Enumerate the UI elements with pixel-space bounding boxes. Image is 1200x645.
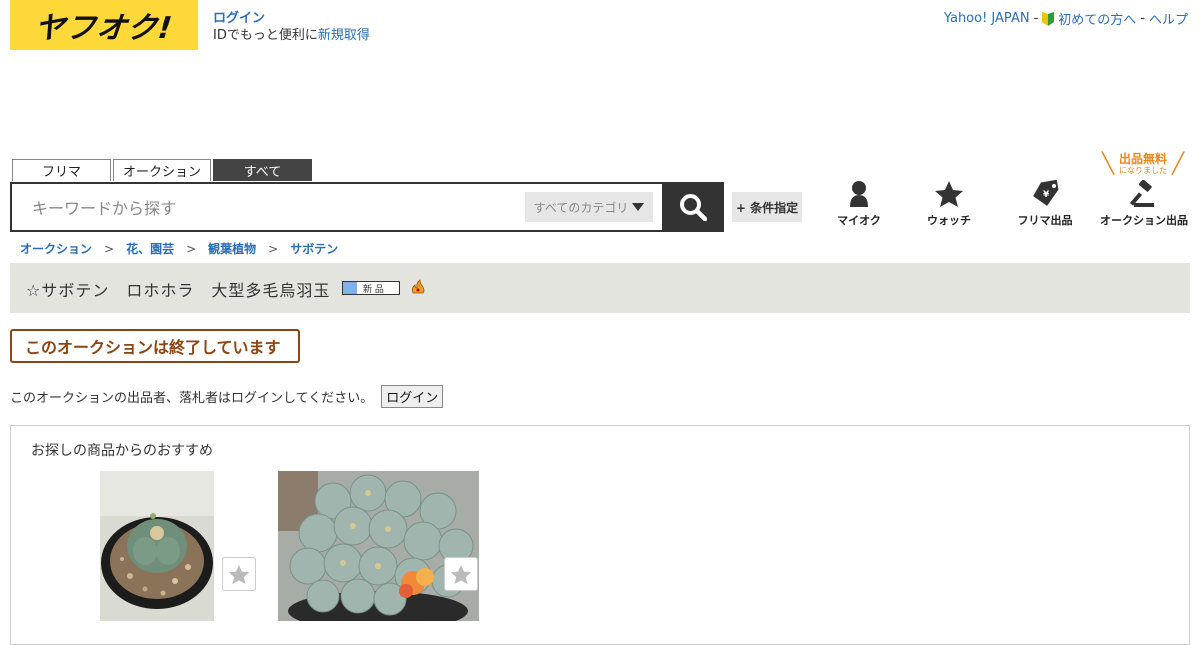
myauc-button[interactable]: マイオク	[809, 180, 909, 228]
auction-ended-notice: このオークションは終了しています	[10, 329, 300, 363]
flea-sell-label: フリマ出品	[1017, 214, 1073, 227]
watch-star-button[interactable]	[444, 557, 478, 591]
login-block: ログイン IDでもっと便利に新規取得	[213, 10, 370, 44]
help-link[interactable]: ヘルプ	[1149, 9, 1188, 28]
first-time-link[interactable]: 初めての方へ	[1058, 9, 1136, 28]
login-link[interactable]: ログイン	[213, 11, 265, 26]
top-links: Yahoo! JAPAN - 初めての方へ - ヘルプ	[944, 9, 1188, 28]
hot-item-icon	[411, 279, 425, 294]
breadcrumb-separator: >	[104, 241, 115, 256]
signup-link[interactable]: 新規取得	[318, 28, 370, 43]
breadcrumb-item[interactable]: 観葉植物	[208, 240, 256, 257]
login-message: このオークションの出品者、落札者はログインしてください。	[10, 391, 374, 406]
breadcrumb-item[interactable]: オークション	[20, 240, 92, 257]
star-icon	[450, 564, 472, 584]
watch-label: ウォッチ	[927, 214, 971, 227]
gavel-icon	[1130, 180, 1154, 207]
cactus-pot-image	[100, 471, 214, 621]
auction-sell-button[interactable]: オークション出品	[1094, 180, 1194, 228]
star-icon	[228, 564, 250, 584]
auction-sell-label: オークション出品	[1100, 214, 1188, 227]
condition-button[interactable]: + 条件指定	[732, 192, 802, 222]
tab-flea[interactable]: フリマ	[12, 159, 111, 181]
new-item-badge: 新 品	[342, 281, 400, 295]
breadcrumb: オークション > 花、園芸 > 観葉植物 > サボテン	[20, 240, 338, 257]
breadcrumb-item[interactable]: サボテン	[290, 240, 338, 257]
link-separator: -	[1033, 11, 1039, 26]
price-tag-icon: ¥	[1033, 180, 1059, 206]
breadcrumb-item[interactable]: 花、園芸	[126, 240, 174, 257]
search-tabs: フリマ オークション すべて	[12, 159, 312, 181]
breadcrumb-separator: >	[268, 241, 279, 256]
yahoo-japan-link[interactable]: Yahoo! JAPAN	[944, 11, 1030, 26]
id-text: IDでもっと便利に	[213, 28, 318, 43]
new-badge-label: 新 品	[363, 284, 384, 295]
watch-button[interactable]: ウォッチ	[899, 180, 999, 228]
svg-text:¥: ¥	[1043, 190, 1050, 200]
search-input[interactable]	[30, 194, 514, 222]
recommendation-title: お探しの商品からのおすすめ	[31, 443, 213, 459]
login-message-row: このオークションの出品者、落札者はログインしてください。 ログイン	[10, 385, 444, 408]
item-title-band: ☆サボテン ロホホラ 大型多毛烏羽玉 新 品	[10, 263, 1190, 313]
myauc-label: マイオク	[837, 214, 881, 227]
chevron-down-icon	[632, 203, 645, 211]
yahuoku-logo[interactable]: ヤフオク!	[10, 0, 198, 50]
cactus-cluster-image	[278, 471, 479, 621]
breadcrumb-separator: >	[186, 241, 197, 256]
search-button[interactable]	[662, 182, 724, 232]
star-icon	[935, 181, 963, 207]
product-thumbnail[interactable]	[100, 471, 214, 621]
user-icon	[850, 181, 868, 207]
login-button[interactable]: ログイン	[381, 385, 444, 408]
page-title: ☆サボテン ロホホラ 大型多毛烏羽玉	[26, 281, 331, 300]
category-select[interactable]: すべてのカテゴリ	[525, 192, 653, 222]
recommendation-panel: お探しの商品からのおすすめ	[10, 425, 1190, 645]
search-icon	[680, 194, 707, 221]
logo-text: ヤフオク!	[32, 11, 175, 46]
tab-all[interactable]: すべて	[213, 159, 312, 181]
free-listing-badge: ╲ 出品無料 になりました ╱	[1102, 151, 1184, 175]
category-label: すべてのカテゴリ	[533, 200, 629, 215]
search-box: すべてのカテゴリ	[10, 182, 664, 232]
link-separator: -	[1140, 11, 1145, 26]
flea-sell-button[interactable]: ¥ フリマ出品	[995, 180, 1095, 228]
watch-star-button[interactable]	[222, 557, 256, 591]
product-thumbnail[interactable]	[278, 471, 479, 621]
tab-auction[interactable]: オークション	[113, 159, 211, 181]
beginner-icon	[1042, 11, 1055, 26]
